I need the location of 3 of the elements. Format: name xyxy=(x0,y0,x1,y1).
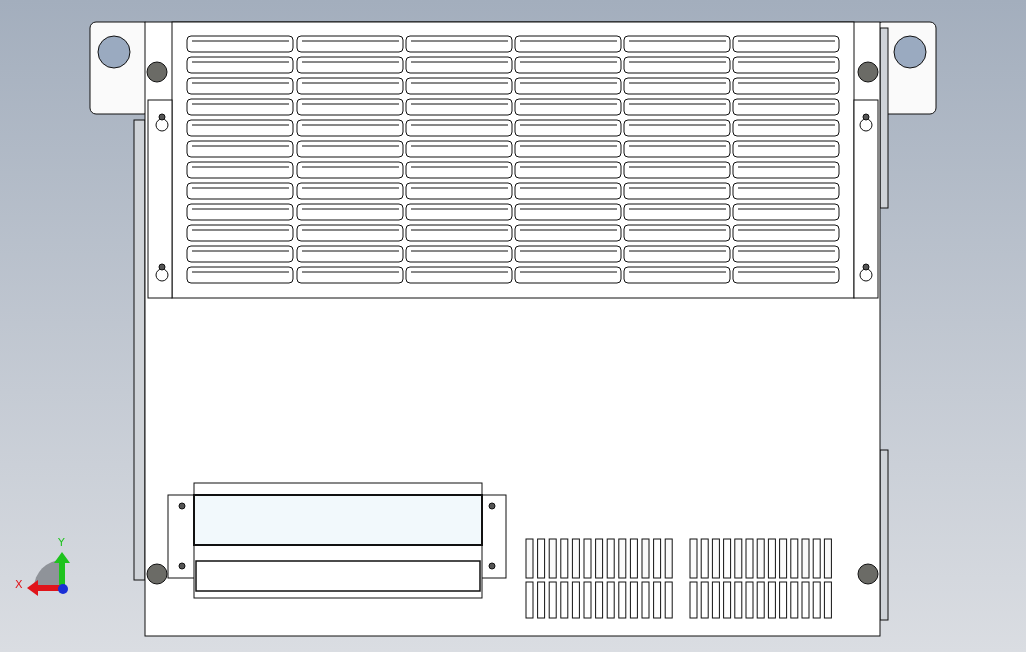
axis-triad-icon xyxy=(27,552,70,596)
axis-label: Y xyxy=(58,536,65,549)
axis-label: X xyxy=(15,578,23,591)
